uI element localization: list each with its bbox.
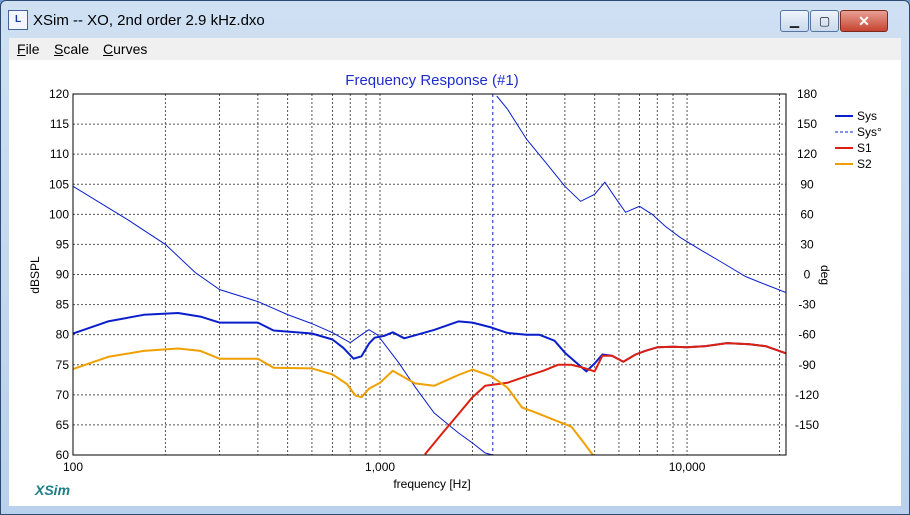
menu-scale[interactable]: Scale	[54, 41, 89, 57]
y-tick-label: 65	[56, 418, 70, 432]
y2-tick-label: -60	[798, 328, 816, 342]
y-tick-label: 105	[49, 177, 69, 191]
chart-title: Frequency Response (#1)	[345, 72, 518, 89]
x-tick-label: 100	[63, 460, 83, 474]
legend: Sys Sys° S1 S2	[835, 109, 882, 171]
legend-label: S1	[857, 141, 872, 155]
legend-label: Sys	[857, 109, 877, 123]
menu-file[interactable]: File	[17, 41, 40, 57]
y-tick-label: 120	[49, 87, 69, 101]
y-tick-label: 85	[56, 298, 70, 312]
title-bar[interactable]: L XSim -- XO, 2nd order 2.9 kHz.dxo ▁ ▢ …	[1, 1, 909, 37]
y2-tick-label: 120	[797, 147, 817, 161]
y-tick-label: 90	[56, 268, 70, 282]
x-tick-label: 1,000	[365, 460, 395, 474]
minimize-button[interactable]: ▁	[780, 10, 809, 32]
y-tick-label: 70	[56, 388, 70, 402]
y-tick-label: 110	[50, 147, 69, 161]
y-tick-label: 115	[50, 117, 69, 131]
y-tick-label: 100	[49, 207, 69, 221]
y2-axis-label: deg	[818, 265, 832, 285]
x-axis-label: frequency [Hz]	[393, 477, 470, 491]
app-window: L XSim -- XO, 2nd order 2.9 kHz.dxo ▁ ▢ …	[0, 0, 910, 515]
y2-tick-label: 30	[800, 237, 814, 251]
menu-curves[interactable]: Curves	[103, 41, 147, 57]
series-line-sys	[73, 312, 786, 373]
y2-tick-label: 180	[797, 87, 817, 101]
app-icon[interactable]: L	[8, 10, 28, 30]
y2-tick-label: -30	[798, 298, 816, 312]
series-line-sys-phase	[496, 95, 786, 293]
y2-tick-label: 60	[800, 207, 814, 221]
maximize-button[interactable]: ▢	[810, 10, 839, 32]
close-button[interactable]: ✕	[840, 10, 888, 32]
y-tick-label: 75	[56, 358, 70, 372]
menu-bar: File Scale Curves	[9, 38, 901, 60]
y-tick-label: 95	[56, 237, 70, 251]
y2-tick-label: 90	[800, 177, 814, 191]
series-lines	[73, 94, 786, 455]
y2-tick-label: -150	[795, 418, 819, 432]
window-title: XSim -- XO, 2nd order 2.9 kHz.dxo	[33, 12, 265, 29]
y2-tick-label: 0	[804, 268, 811, 282]
chart-area: 60 65 70 75 80 85 90 95 100 105 110 115 120 -150 -120 -…	[9, 60, 901, 506]
y-tick-label: 80	[56, 328, 70, 342]
xsim-brand-label: XSim	[34, 482, 70, 498]
grid	[73, 94, 786, 455]
y2-tick-label: -120	[795, 388, 819, 402]
y-axis-label: dBSPL	[28, 256, 42, 294]
series-line-sys-phase	[73, 185, 493, 455]
y2-tick-label: -90	[798, 358, 816, 372]
y2-tick-label: 150	[797, 117, 817, 131]
legend-label: Sys°	[857, 125, 882, 139]
series-line-s1	[424, 342, 786, 455]
legend-label: S2	[857, 157, 872, 171]
frequency-response-chart: 60 65 70 75 80 85 90 95 100 105 110 115 120 -150 -120 -…	[28, 72, 882, 498]
x-tick-label: 10,000	[669, 460, 706, 474]
tick-labels: 60 65 70 75 80 85 90 95 100 105 110 115 120 -150 -120 -…	[49, 87, 819, 474]
